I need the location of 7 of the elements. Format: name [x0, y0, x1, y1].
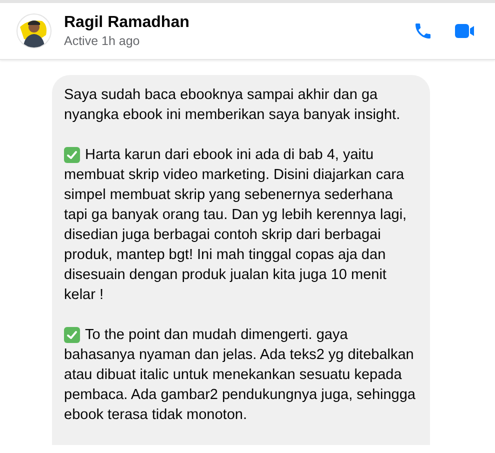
status-text: Active 1h ago: [64, 33, 141, 49]
message-text: To the point dan mudah dimengerti. gaya bahasanya nyaman dan jelas. Ada teks2 yg ditebalkan atau dibuat italic untuk menekankan sesuatu kepada pembaca. Ada gambar2 pendukungnya juga, sehingga ebook terasa tidak monoton.: [64, 326, 416, 425]
phone-button[interactable]: [413, 21, 433, 41]
message-text: Saya sudah baca ebooknya sampai akhir dan ga nyangka ebook ini memberikan saya banyak insight.: [64, 86, 402, 125]
message-text: Harta karun dari ebook ini ada di bab 4, yaitu membuat skrip video marketing. Disini diajarkan cara simpel membuat skrip yang sebenernya sederhana tapi ga banyak orang tau. Dan yg lebih kerennya lagi, disedian juga berbagai contoh skrip dari berbagai produk, mantep bgt! Ini mah tinggal copas aja dan disesuain dengan produk jualan kita juga 10 menit kelar !: [64, 146, 408, 305]
video-call-button[interactable]: [455, 23, 475, 39]
contact-name: Ragil Ramadhan: [64, 13, 190, 33]
